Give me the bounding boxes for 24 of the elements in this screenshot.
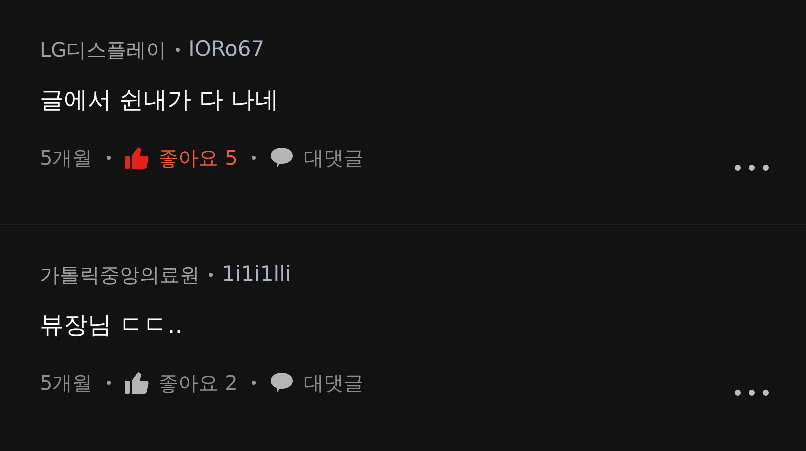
more-options-button[interactable] bbox=[733, 163, 771, 173]
speech-bubble-icon bbox=[270, 372, 294, 394]
more-options-button[interactable] bbox=[733, 388, 771, 398]
time-label: 5개월 bbox=[40, 370, 93, 397]
thumbs-up-icon bbox=[124, 147, 149, 169]
time-label: 5개월 bbox=[40, 145, 93, 172]
dot-separator bbox=[106, 156, 111, 160]
user-handle[interactable]: IORo67 bbox=[188, 34, 265, 66]
thumbs-up-icon bbox=[124, 372, 149, 394]
reply-button[interactable]: 대댓글 bbox=[270, 143, 364, 173]
dot-separator bbox=[252, 156, 256, 160]
comment-text: 글에서 쉰내가 다 나네 bbox=[40, 85, 280, 116]
author-name[interactable]: 가톨릭중앙의료원 bbox=[40, 260, 200, 290]
reply-button[interactable]: 대댓글 bbox=[270, 368, 364, 398]
dot-separator bbox=[106, 381, 111, 385]
user-handle[interactable]: 1i1i1lli bbox=[222, 259, 292, 291]
dot-separator bbox=[209, 273, 213, 277]
comment-text: 뷰장님 ㄷㄷ.. bbox=[40, 310, 184, 341]
like-button[interactable]: 좋아요 2 bbox=[124, 368, 238, 398]
dot-separator bbox=[252, 381, 256, 385]
speech-bubble-icon bbox=[270, 147, 294, 169]
author-name[interactable]: LG디스플레이 bbox=[40, 35, 167, 65]
dot-separator bbox=[176, 48, 180, 52]
like-button[interactable]: 좋아요 5 bbox=[124, 143, 238, 173]
